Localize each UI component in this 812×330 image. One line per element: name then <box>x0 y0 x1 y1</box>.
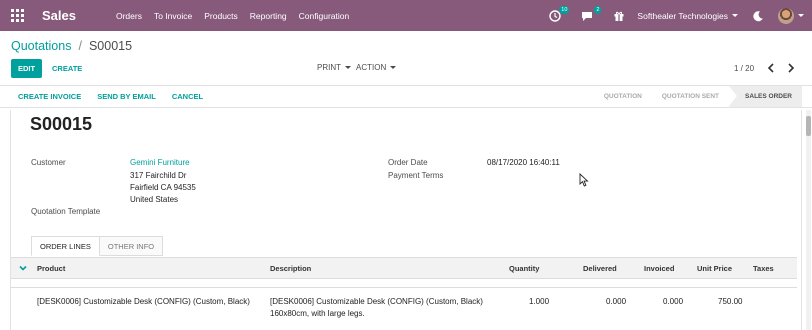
print-dropdown[interactable]: PRINT <box>317 63 351 72</box>
breadcrumb-current: S00015 <box>88 39 133 53</box>
stage-quotation[interactable]: QUOTATION <box>594 86 652 107</box>
pager-value[interactable]: 1 / 20 <box>734 64 754 73</box>
chevron-left-icon[interactable] <box>765 62 777 74</box>
breadcrumb: Quotations / S00015 <box>11 39 132 53</box>
tab-order-lines[interactable]: ORDER LINES <box>31 236 100 256</box>
record-title: S00015 <box>30 114 93 134</box>
company-switcher[interactable]: Softhealer Technologies <box>637 11 728 21</box>
chevron-down-icon <box>345 66 351 69</box>
status-stages: QUOTATION QUOTATION SENT SALES ORDER <box>594 86 802 107</box>
scrollbar-thumb[interactable] <box>806 116 811 136</box>
action-dropdown[interactable]: ACTION <box>356 63 397 72</box>
menu-configuration[interactable]: Configuration <box>299 11 350 21</box>
address-line-1: 317 Fairchild Dr <box>130 171 187 180</box>
order-date-label: Order Date <box>388 158 428 167</box>
address-line-2: Fairfield CA 94535 <box>130 183 196 192</box>
cancel-button[interactable]: CANCEL <box>172 92 203 101</box>
gift-icon[interactable] <box>613 10 625 22</box>
chevron-down-icon <box>732 14 738 17</box>
systray: 10 2 Softhealer Technologies <box>549 0 812 31</box>
action-label: ACTION <box>356 63 387 72</box>
col-unit-price[interactable]: Unit Price <box>697 264 732 273</box>
quotation-template-label: Quotation Template <box>31 207 101 216</box>
activity-count-badge: 10 <box>559 5 570 14</box>
notebook-tabs: ORDER LINES OTHER INFO <box>31 236 164 256</box>
menu-reporting[interactable]: Reporting <box>250 11 287 21</box>
cell-quantity[interactable]: 1.000 <box>529 297 549 306</box>
cell-delivered[interactable]: 0.000 <box>606 297 626 306</box>
mouse-cursor-icon <box>579 173 589 187</box>
main-menu: Orders To Invoice Products Reporting Con… <box>116 11 361 21</box>
col-delivered[interactable]: Delivered <box>583 264 617 273</box>
cell-invoiced[interactable]: 0.000 <box>663 297 683 306</box>
col-description[interactable]: Description <box>270 264 311 273</box>
table-header <box>11 257 797 279</box>
stage-sales-order[interactable]: SALES ORDER <box>729 86 802 107</box>
statusbar-buttons: CREATE INVOICE SEND BY EMAIL CANCEL <box>18 92 219 101</box>
tab-other-info[interactable]: OTHER INFO <box>99 236 164 256</box>
user-avatar[interactable] <box>778 7 794 24</box>
apps-menu-icon[interactable] <box>10 9 24 23</box>
top-navbar: Sales Orders To Invoice Products Reporti… <box>0 0 812 31</box>
scrollbar-track[interactable] <box>806 110 811 330</box>
payment-terms-label: Payment Terms <box>388 171 444 180</box>
activity-clock-icon[interactable]: 10 <box>549 5 570 22</box>
address-line-3: United States <box>130 195 179 204</box>
menu-to-invoice[interactable]: To Invoice <box>154 11 192 21</box>
edit-button[interactable]: EDIT <box>11 59 42 78</box>
table-row-divider <box>11 287 797 288</box>
cell-description[interactable]: [DESK0006] Customizable Desk (CONFIG) (C… <box>270 297 483 306</box>
order-date-value: 08/17/2020 16:40:11 <box>487 158 560 167</box>
col-product[interactable]: Product <box>37 264 65 273</box>
create-button[interactable]: CREATE <box>52 59 82 78</box>
chevron-down-icon <box>390 66 397 69</box>
moon-icon[interactable] <box>752 10 764 22</box>
cell-description-line2[interactable]: 160x80cm, with large legs. <box>270 309 365 318</box>
messages-chat-icon[interactable]: 2 <box>581 5 602 22</box>
cell-unit-price[interactable]: 750.00 <box>718 297 742 306</box>
customer-label: Customer <box>31 158 66 167</box>
divider <box>0 107 812 108</box>
col-invoiced[interactable]: Invoiced <box>644 264 674 273</box>
col-taxes[interactable]: Taxes <box>753 264 774 273</box>
menu-orders[interactable]: Orders <box>116 11 142 21</box>
create-invoice-button[interactable]: CREATE INVOICE <box>18 92 81 101</box>
chevron-down-icon <box>798 14 804 17</box>
message-count-badge: 2 <box>594 5 602 14</box>
chevron-right-icon[interactable] <box>785 62 797 74</box>
app-name[interactable]: Sales <box>42 8 76 23</box>
customer-link[interactable]: Gemini Furniture <box>130 158 190 167</box>
chevron-down-icon[interactable] <box>19 264 27 272</box>
col-quantity[interactable]: Quantity <box>509 264 539 273</box>
breadcrumb-quotations[interactable]: Quotations <box>11 39 71 53</box>
menu-products[interactable]: Products <box>204 11 238 21</box>
cell-product[interactable]: [DESK0006] Customizable Desk (CONFIG) (C… <box>37 297 250 306</box>
breadcrumb-separator: / <box>78 39 82 53</box>
print-label: PRINT <box>317 63 341 72</box>
send-by-email-button[interactable]: SEND BY EMAIL <box>97 92 156 101</box>
stage-quotation-sent[interactable]: QUOTATION SENT <box>652 86 729 107</box>
